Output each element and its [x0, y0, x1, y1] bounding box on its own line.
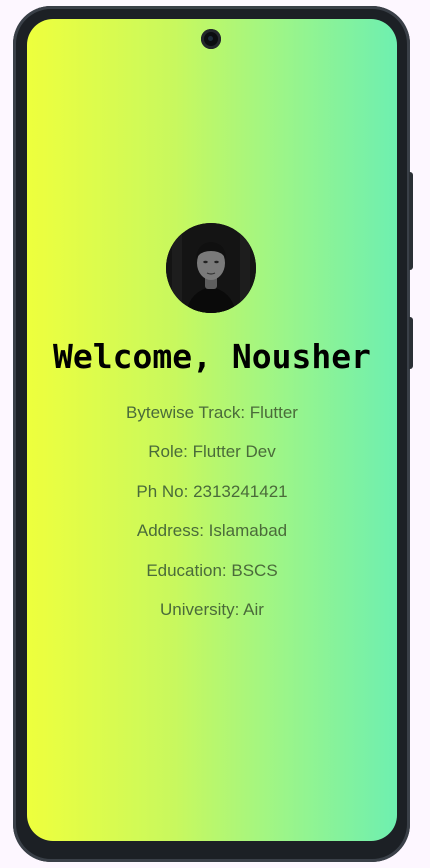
detail-address: Address: Islamabad [136, 521, 288, 541]
detail-university: University: Air [160, 599, 264, 619]
avatar [166, 223, 256, 313]
device-stage: Welcome, Nousher Bytewise Track: Flutter… [0, 0, 430, 868]
detail-phone: Ph No: 2313241421 [136, 481, 288, 501]
detail-education: Education: BSCS [146, 560, 278, 580]
app-screen: Welcome, Nousher Bytewise Track: Flutter… [27, 19, 397, 841]
volume-button [409, 317, 413, 369]
detail-track: Bytewise Track: Flutter [126, 403, 298, 422]
camera-icon [201, 29, 221, 49]
power-button [409, 172, 413, 270]
profile-details-list: Bytewise Track: Flutter Role: Flutter De… [27, 400, 397, 636]
profile-photo-icon [166, 223, 256, 313]
detail-role: Role: Flutter Dev [148, 442, 276, 462]
welcome-title: Welcome, Nousher [53, 337, 371, 376]
